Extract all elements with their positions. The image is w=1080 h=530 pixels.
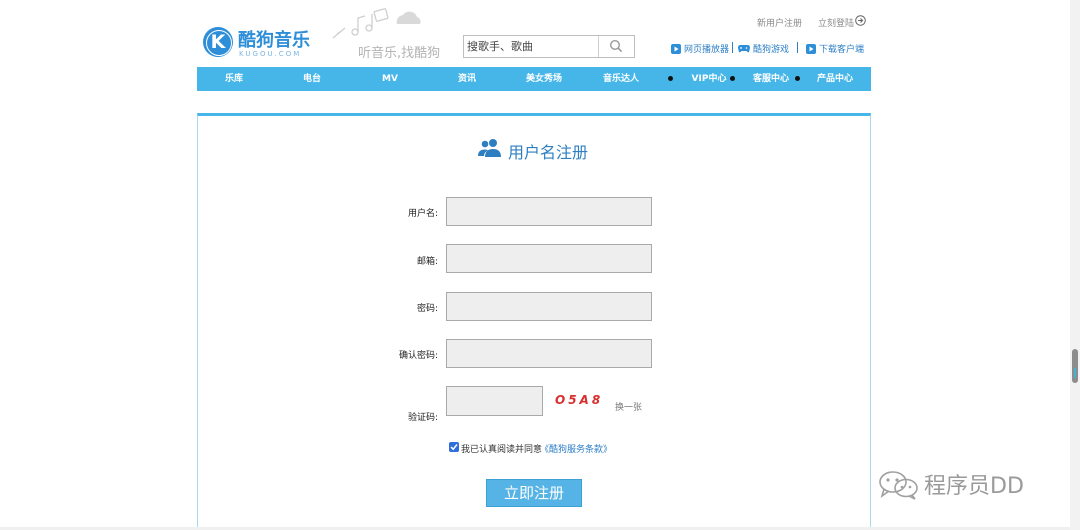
agree-checkbox[interactable] — [449, 442, 459, 452]
search-icon — [609, 39, 623, 53]
form-title-text: 用户名注册 — [508, 143, 589, 162]
nav-item-mv[interactable]: MV — [370, 67, 410, 91]
web-player-label: 网页播放器 — [684, 45, 730, 55]
nav-item-music-talent[interactable]: 音乐达人 — [596, 67, 646, 91]
captcha-image[interactable]: O5A8 — [555, 393, 603, 407]
arrow-right-circle-icon[interactable] — [855, 15, 866, 26]
nav-bullet — [795, 76, 800, 81]
logo-badge-icon: K — [203, 27, 233, 57]
web-player-link[interactable]: 网页播放器 — [671, 42, 730, 55]
nav-item-news[interactable]: 资讯 — [447, 67, 487, 91]
logo-subtitle: KUGOU.COM — [239, 50, 302, 58]
music-notes-decoration-icon — [332, 8, 421, 39]
divider — [732, 42, 733, 53]
divider — [797, 42, 798, 53]
search-box — [463, 35, 635, 58]
gamepad-icon — [738, 45, 750, 53]
agreement-text: 我已认真阅读并同意 — [461, 445, 543, 455]
captcha-label: 验证码: — [407, 413, 438, 423]
change-captcha-link[interactable]: 换一张 — [615, 400, 642, 413]
register-link[interactable]: 新用户注册 — [757, 16, 802, 29]
search-input[interactable] — [464, 36, 598, 57]
nav-item-vip[interactable]: VIP中心 — [684, 67, 734, 91]
login-link[interactable]: 立刻登陆 — [818, 16, 854, 29]
confirm-password-label: 确认密码: — [398, 351, 438, 361]
registration-panel — [197, 113, 871, 530]
logo-name: 酷狗音乐 — [238, 30, 310, 51]
main-nav: 乐库 电台 MV 资讯 美女秀场 音乐达人 VIP中心 客服中心 产品中心 — [197, 67, 871, 91]
games-link[interactable]: 酷狗游戏 — [738, 42, 790, 55]
terms-link[interactable]: 《酷狗服务条款》 — [540, 442, 612, 455]
scrollbar-thumb[interactable] — [1072, 349, 1078, 383]
nav-item-support[interactable]: 客服中心 — [746, 67, 796, 91]
username-input[interactable] — [446, 197, 652, 226]
play-icon — [671, 43, 681, 54]
register-submit-button[interactable]: 立即注册 — [486, 479, 582, 507]
email-label: 邮箱: — [416, 257, 438, 267]
download-client-link[interactable]: 下载客户端 — [806, 42, 865, 55]
nav-item-products[interactable]: 产品中心 — [810, 67, 860, 91]
play-icon — [806, 43, 816, 54]
wechat-icon — [879, 471, 918, 500]
nav-item-library[interactable]: 乐库 — [214, 67, 254, 91]
watermark-text: 程序员DD — [924, 474, 1024, 499]
registration-page: K 酷狗音乐 KUGOU.COM 听音乐,找酷狗 新用户注册 立刻登陆 — [0, 0, 1080, 530]
nav-item-radio[interactable]: 电台 — [292, 67, 332, 91]
nav-bullet — [668, 76, 673, 81]
nav-bullet — [730, 76, 735, 81]
captcha-input[interactable] — [446, 386, 543, 416]
vertical-scrollbar[interactable] — [1070, 0, 1080, 530]
download-client-label: 下载客户端 — [819, 45, 865, 55]
kugou-logo[interactable]: K 酷狗音乐 KUGOU.COM — [203, 25, 323, 61]
confirm-password-input[interactable] — [446, 339, 652, 368]
password-input[interactable] — [446, 292, 652, 321]
users-icon — [478, 139, 501, 157]
username-label: 用户名: — [407, 209, 438, 219]
email-input[interactable] — [446, 244, 652, 273]
slogan: 听音乐,找酷狗 — [358, 46, 441, 61]
games-label: 酷狗游戏 — [753, 45, 790, 55]
checkmark-icon — [450, 444, 458, 451]
search-button[interactable] — [598, 36, 634, 57]
nav-item-showroom[interactable]: 美女秀场 — [519, 67, 569, 91]
password-label: 密码: — [416, 304, 438, 314]
